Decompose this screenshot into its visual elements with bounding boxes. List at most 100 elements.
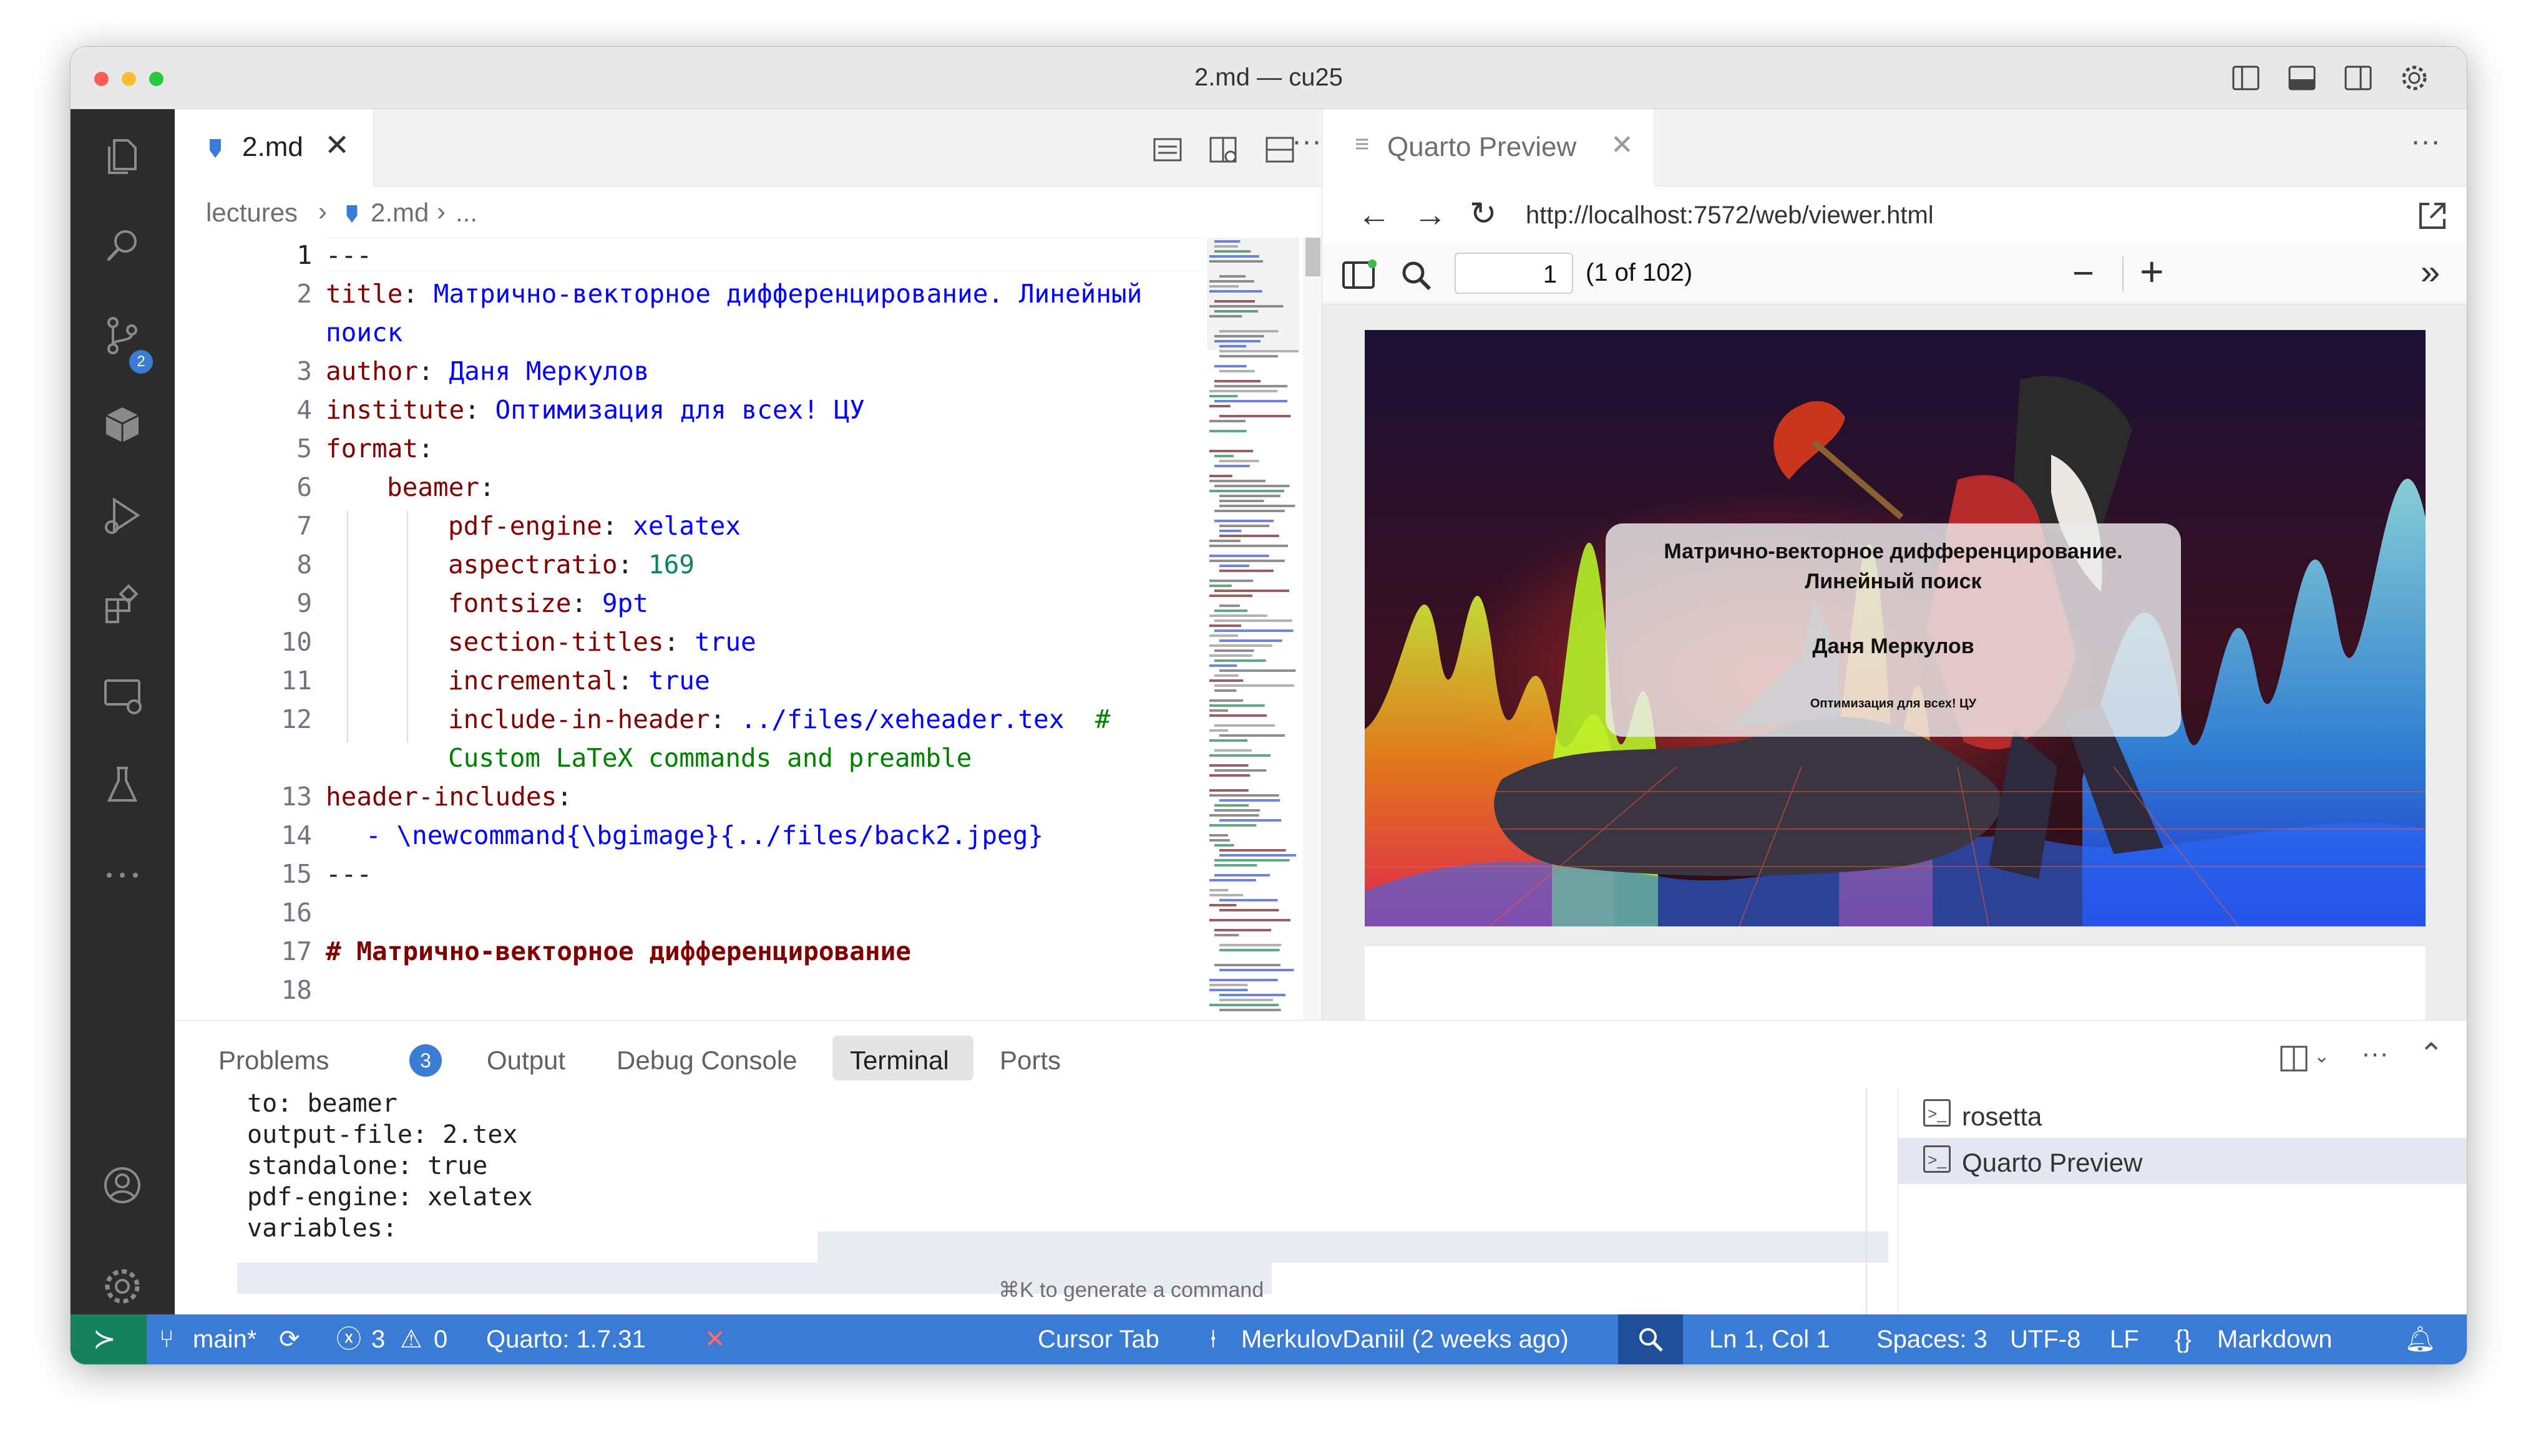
breadcrumb-file[interactable]: 2.md: [371, 198, 429, 228]
split-terminal-icon[interactable]: [2279, 1043, 2310, 1074]
tab-ports[interactable]: Ports: [1000, 1046, 1061, 1075]
sync-icon[interactable]: ⟳: [279, 1314, 300, 1364]
minimap-line: [1209, 879, 1256, 881]
find-search-icon[interactable]: [1398, 258, 1433, 293]
extensions-cube-icon[interactable]: [98, 401, 147, 450]
status-spaces[interactable]: Spaces: 3: [1876, 1314, 1987, 1364]
tab-2-md[interactable]: 2.md ✕: [175, 109, 374, 187]
extensions-icon[interactable]: [98, 581, 147, 629]
page-number-input[interactable]: 1: [1455, 253, 1573, 294]
more-actions-icon[interactable]: ···: [1292, 124, 1322, 158]
breadcrumb-folder[interactable]: lectures: [206, 198, 298, 228]
forward-arrow-icon[interactable]: →: [1413, 195, 1447, 234]
tools-chevrons-icon[interactable]: »: [2421, 251, 2440, 292]
testing-flask-icon[interactable]: [98, 760, 147, 809]
tab-output[interactable]: Output: [487, 1046, 565, 1075]
toggle-primary-sidebar-icon[interactable]: [2230, 62, 2262, 94]
status-bar: ≻ ⑂ main* ⟳ ⓧ 3 ⚠ 0 Quarto: 1.7.31 ✕ Cur…: [71, 1314, 2467, 1364]
minimap-line: [1209, 774, 1251, 777]
warning-icon: ⚠: [400, 1326, 422, 1353]
minimap-line: [1209, 664, 1237, 667]
status-branch[interactable]: main*: [193, 1314, 256, 1364]
more-actions-icon[interactable]: ···: [2361, 1038, 2389, 1069]
minimap-line: [1214, 380, 1261, 382]
minimap-line: [1209, 580, 1254, 582]
manage-gear-icon[interactable]: [98, 1262, 147, 1311]
minimap-line: [1219, 495, 1280, 497]
minimap-line: [1209, 420, 1246, 422]
status-errors[interactable]: 3: [371, 1314, 385, 1364]
close-icon[interactable]: ✕: [705, 1314, 726, 1364]
accounts-icon[interactable]: [98, 1161, 147, 1210]
url-field[interactable]: http://localhost:7572/web/viewer.html: [1526, 201, 1934, 230]
search-icon[interactable]: [98, 221, 147, 270]
back-arrow-icon[interactable]: ←: [1357, 195, 1391, 234]
run-debug-icon[interactable]: [98, 491, 147, 540]
open-preview-icon[interactable]: [1152, 134, 1183, 165]
terminal-line: output-file: 2.tex: [247, 1120, 518, 1149]
tab-quarto-preview[interactable]: ≡ Quarto Preview ✕: [1322, 109, 1655, 187]
error-icon: ⓧ: [336, 1326, 361, 1353]
toggle-panel-icon[interactable]: [2286, 62, 2318, 94]
minimap[interactable]: [1207, 238, 1299, 1020]
preview-icon: ≡: [1355, 130, 1370, 158]
reload-icon[interactable]: ↻: [1470, 195, 1497, 233]
zoom-in-icon[interactable]: +: [2140, 248, 2164, 295]
minimap-line: [1219, 530, 1242, 532]
minimap-line: [1214, 619, 1292, 622]
toggle-secondary-sidebar-icon[interactable]: [2342, 62, 2374, 94]
minimap-line: [1209, 679, 1244, 682]
breadcrumb-symbol[interactable]: ...: [456, 198, 477, 228]
minimap-line: [1219, 355, 1279, 357]
tab-close-icon[interactable]: ✕: [324, 128, 349, 163]
status-cursor-tab[interactable]: Cursor Tab: [1038, 1314, 1159, 1364]
status-position[interactable]: Ln 1, Col 1: [1709, 1314, 1830, 1364]
zoom-indicator[interactable]: [1618, 1314, 1683, 1364]
tab-terminal[interactable]: Terminal: [850, 1046, 949, 1075]
yaml-key: aspectratio: [448, 550, 618, 580]
divider: [2122, 256, 2124, 291]
terminal-item-rosetta[interactable]: >_ rosetta: [1898, 1092, 2467, 1138]
more-actions-icon[interactable]: ···: [2411, 124, 2441, 158]
more-views-icon[interactable]: [98, 850, 147, 899]
zoom-out-icon[interactable]: −: [2072, 251, 2094, 294]
code-area[interactable]: 1 2 3 4 5 6 7 8 9 10 11 12 13 14 15 16 1…: [175, 238, 1322, 1020]
yaml-value: xelatex: [633, 511, 741, 541]
terminal-item-quarto-preview[interactable]: >_ Quarto Preview: [1898, 1138, 2467, 1184]
minimap-line: [1214, 609, 1248, 612]
sidebar-toggle-icon[interactable]: [1341, 259, 1377, 291]
chevron-down-icon[interactable]: ⌄: [2314, 1046, 2329, 1067]
yaml-key: pdf-engine: [448, 511, 602, 541]
terminal-scrollbar-track[interactable]: [1866, 1088, 1867, 1315]
minimap-viewport[interactable]: [1207, 238, 1299, 350]
pdf-toolbar: 1 (1 of 102) − + »: [1322, 244, 2467, 304]
status-quarto[interactable]: Quarto: 1.7.31: [486, 1314, 646, 1364]
explorer-icon[interactable]: [98, 132, 147, 180]
minimap-line: [1219, 999, 1273, 1001]
open-external-icon[interactable]: [2416, 199, 2449, 233]
maximize-panel-icon[interactable]: ⌃: [2419, 1037, 2444, 1072]
scrollbar-thumb[interactable]: [1305, 238, 1320, 276]
minimap-line: [1219, 994, 1286, 996]
yaml-value: 169: [648, 550, 695, 580]
preview-side-icon[interactable]: [1208, 134, 1239, 165]
status-eol[interactable]: LF: [2110, 1314, 2139, 1364]
status-language[interactable]: Markdown: [2217, 1314, 2333, 1364]
settings-gear-icon[interactable]: [2398, 62, 2431, 94]
minimap-line: [1209, 824, 1257, 827]
tab-close-icon[interactable]: ✕: [1611, 129, 1634, 161]
yaml-value: Даня Меркулов: [449, 356, 650, 386]
status-warnings[interactable]: 0: [434, 1314, 447, 1364]
split-editor-icon[interactable]: [1264, 134, 1295, 165]
editor-scrollbar[interactable]: [1303, 238, 1322, 1020]
status-encoding[interactable]: UTF-8: [2010, 1314, 2080, 1364]
git-commit-icon: ⍿: [1210, 1326, 1217, 1353]
status-blame[interactable]: MerkulovDaniil (2 weeks ago): [1241, 1314, 1569, 1364]
tab-problems[interactable]: Problems: [218, 1046, 329, 1075]
minimap-line: [1219, 969, 1294, 971]
terminal-output[interactable]: to: beamer output-file: 2.tex standalone…: [247, 1088, 533, 1244]
remote-explorer-icon[interactable]: [98, 671, 147, 719]
remote-indicator[interactable]: ≻: [71, 1314, 147, 1364]
tab-debug-console[interactable]: Debug Console: [617, 1046, 797, 1075]
notifications-bell-icon[interactable]: 🔔︎: [2404, 1314, 2436, 1364]
